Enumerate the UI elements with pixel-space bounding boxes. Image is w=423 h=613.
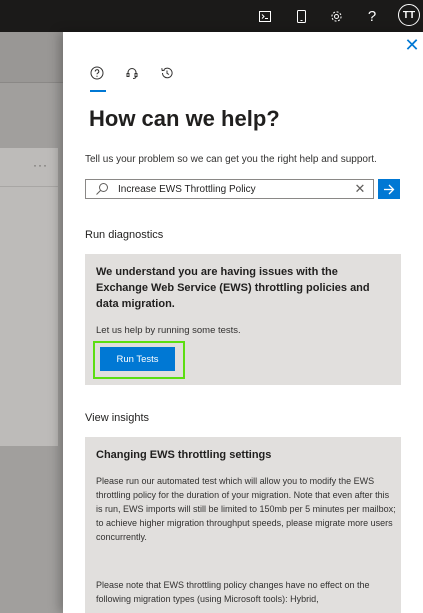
search-icon xyxy=(96,183,108,195)
insights-card: Changing EWS throttling settings Please … xyxy=(85,437,401,613)
diagnostics-subtext: Let us help by running some tests. xyxy=(96,325,241,336)
panel-title: How can we help? xyxy=(89,106,280,131)
search-box[interactable]: Increase EWS Throttling Policy ✕ xyxy=(85,179,374,199)
mobile-icon[interactable] xyxy=(287,0,315,32)
tab-history[interactable] xyxy=(160,66,176,88)
view-insights-label: View insights xyxy=(85,412,149,424)
run-tests-button[interactable]: Run Tests xyxy=(100,347,175,371)
divider xyxy=(0,186,58,187)
diagnostics-card: We understand you are having issues with… xyxy=(85,254,401,385)
insights-heading: Changing EWS throttling settings xyxy=(96,449,272,461)
insights-paragraph-2: Please note that EWS throttling policy c… xyxy=(96,580,370,604)
arrow-right-icon xyxy=(384,184,395,194)
help-panel: ✕ How can we help? Tell us your problem … xyxy=(63,32,423,613)
top-bar: ? TT xyxy=(0,0,423,32)
close-icon[interactable]: ✕ xyxy=(403,36,421,54)
diagnostics-heading: We understand you are having issues with… xyxy=(96,266,370,310)
clear-icon[interactable]: ✕ xyxy=(354,182,366,195)
background-header xyxy=(0,32,63,83)
fade-overlay xyxy=(85,605,401,613)
search-submit-button[interactable] xyxy=(378,179,400,199)
run-diagnostics-label: Run diagnostics xyxy=(85,229,164,241)
panel-subtitle: Tell us your problem so we can get you t… xyxy=(85,154,377,165)
more-icon: ··· xyxy=(33,158,48,172)
terminal-icon[interactable] xyxy=(251,0,279,32)
tab-contact-support[interactable] xyxy=(125,66,141,88)
help-icon xyxy=(90,66,104,80)
help-tabs xyxy=(90,66,176,92)
run-tests-highlight: Run Tests xyxy=(93,341,185,379)
help-icon[interactable]: ? xyxy=(358,0,386,32)
tab-help[interactable] xyxy=(90,66,106,92)
history-icon xyxy=(161,67,173,79)
headset-icon xyxy=(126,68,138,79)
insights-paragraph: Please run our automated test which will… xyxy=(96,476,396,542)
background-card: ··· xyxy=(0,148,58,446)
avatar[interactable]: TT xyxy=(398,4,420,26)
gear-icon[interactable] xyxy=(322,0,350,32)
search-input[interactable]: Increase EWS Throttling Policy xyxy=(118,184,354,195)
